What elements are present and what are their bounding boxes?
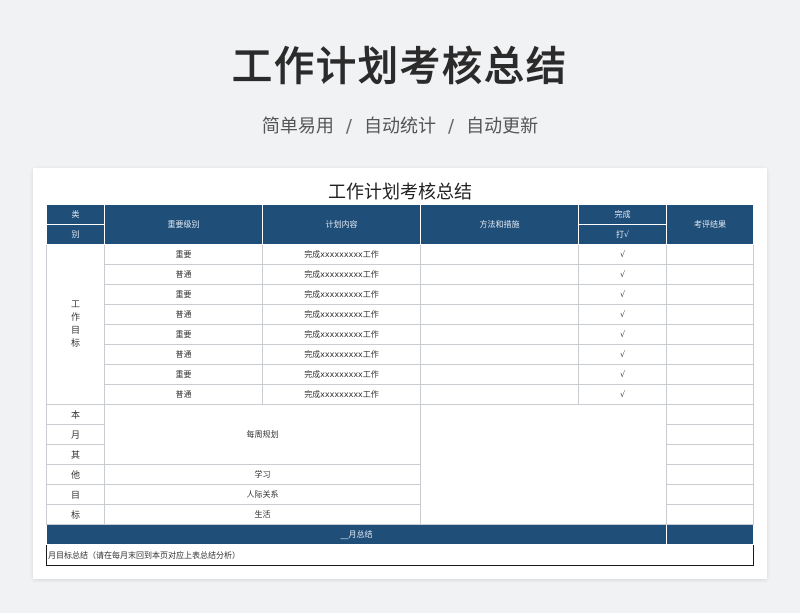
cell-importance[interactable]: 普通 <box>104 304 263 325</box>
cell-review[interactable] <box>666 504 754 525</box>
cell-importance[interactable]: 重要 <box>104 284 263 305</box>
cell-method[interactable] <box>420 264 579 285</box>
cell-done[interactable]: √ <box>578 244 667 265</box>
cell-plan[interactable]: 完成xxxxxxxxx工作 <box>262 304 421 325</box>
summary-note-row: 月目标总结（请在每月末回到本页对应上表总结分析） <box>47 545 754 566</box>
subtitle: 简单易用 / 自动统计 / 自动更新 <box>0 112 800 138</box>
table-row: 工 作 目 标 重要 完成xxxxxxxxx工作 √ <box>46 244 754 405</box>
cell-done[interactable]: √ <box>578 344 667 365</box>
cell-review[interactable] <box>666 384 754 405</box>
cell-review[interactable] <box>666 284 754 305</box>
header-method: 方法和措施 <box>420 204 579 245</box>
spreadsheet-preview: 工作计划考核总结 类 重要级别 计划内容 方法和措施 完成 考评结果 别 打√ … <box>33 168 767 579</box>
month-summary-row: __月总结 <box>46 524 754 545</box>
cell-method[interactable] <box>420 244 579 265</box>
cell-plan[interactable]: 完成xxxxxxxxx工作 <box>262 384 421 405</box>
cell-other-content[interactable] <box>420 404 667 525</box>
cell-method[interactable] <box>420 304 579 325</box>
table-row: 普通 完成xxxxxxxxx工作 √ <box>47 304 754 325</box>
cell-importance[interactable]: 重要 <box>104 324 263 345</box>
month-summary-review <box>666 524 754 545</box>
cell-done[interactable]: √ <box>578 364 667 385</box>
header-category-bottom: 别 <box>46 224 105 245</box>
cell-weekly-plan[interactable]: 每周规划 <box>104 404 421 465</box>
table-row: 普通 完成xxxxxxxxx工作 √ <box>47 384 754 405</box>
cell-method[interactable] <box>420 284 579 305</box>
table-row: 普通 完成xxxxxxxxx工作 √ <box>47 264 754 285</box>
table-row: 重要 完成xxxxxxxxx工作 √ <box>47 364 754 385</box>
header-done-top: 完成 <box>578 204 667 225</box>
cell-importance[interactable]: 重要 <box>104 364 263 385</box>
header-importance: 重要级别 <box>104 204 263 245</box>
header-category-top: 类 <box>46 204 105 225</box>
cell-plan[interactable]: 完成xxxxxxxxx工作 <box>262 344 421 365</box>
cell-review[interactable] <box>666 484 754 505</box>
cell-method[interactable] <box>420 364 579 385</box>
cell-method[interactable] <box>420 324 579 345</box>
month-summary-header: __月总结 <box>46 524 667 545</box>
other-goal-label-char: 月 <box>46 424 105 445</box>
cell-review[interactable] <box>666 244 754 265</box>
table-row: 本 每周规划 <box>46 404 754 525</box>
subtitle-item-easy: 简单易用 <box>261 116 334 137</box>
cell-plan[interactable]: 完成xxxxxxxxx工作 <box>262 324 421 345</box>
cell-life[interactable]: 生活 <box>104 504 421 525</box>
sheet-title: 工作计划考核总结 <box>328 182 472 203</box>
subtitle-item-update: 自动更新 <box>466 116 539 137</box>
cell-review[interactable] <box>666 364 754 385</box>
table-row: 普通 完成xxxxxxxxx工作 √ <box>47 344 754 365</box>
other-goal-label-char: 本 <box>46 404 105 425</box>
cell-importance[interactable]: 重要 <box>104 244 263 265</box>
other-goal-label-char: 目 <box>46 484 105 505</box>
cell-plan[interactable]: 完成xxxxxxxxx工作 <box>262 364 421 385</box>
cell-review[interactable] <box>666 424 754 445</box>
cell-method[interactable] <box>420 344 579 365</box>
cell-done[interactable]: √ <box>578 304 667 325</box>
header-done-bottom: 打√ <box>578 224 667 245</box>
cell-done[interactable]: √ <box>578 264 667 285</box>
subtitle-item-stats: 自动统计 <box>364 116 436 137</box>
cell-review[interactable] <box>666 444 754 465</box>
cell-review[interactable] <box>666 404 754 425</box>
subtitle-separator: / <box>345 116 352 137</box>
plan-table: 类 重要级别 计划内容 方法和措施 完成 考评结果 别 打√ 工 作 目 标 重… <box>46 204 754 566</box>
header-row-top: 类 重要级别 计划内容 方法和措施 完成 考评结果 <box>46 204 754 245</box>
cell-method[interactable] <box>420 384 579 405</box>
cell-importance[interactable]: 普通 <box>104 344 263 365</box>
cell-review[interactable] <box>666 324 754 345</box>
cell-review[interactable] <box>666 464 754 485</box>
other-goal-label-char: 他 <box>46 464 105 485</box>
cell-done[interactable]: √ <box>578 384 667 405</box>
cell-review[interactable] <box>666 264 754 285</box>
summary-note[interactable]: 月目标总结（请在每月末回到本页对应上表总结分析） <box>47 545 754 566</box>
cell-study[interactable]: 学习 <box>104 464 421 485</box>
cell-plan[interactable]: 完成xxxxxxxxx工作 <box>262 264 421 285</box>
cell-importance[interactable]: 普通 <box>104 264 263 285</box>
work-goal-label: 工 作 目 标 <box>46 244 105 405</box>
cell-plan[interactable]: 完成xxxxxxxxx工作 <box>262 284 421 305</box>
cell-importance[interactable]: 普通 <box>104 384 263 405</box>
header-plan: 计划内容 <box>262 204 421 245</box>
cell-review[interactable] <box>666 304 754 325</box>
table-row: 重要 完成xxxxxxxxx工作 √ <box>47 284 754 305</box>
cell-done[interactable]: √ <box>578 284 667 305</box>
cell-review[interactable] <box>666 344 754 365</box>
other-goal-label-char: 标 <box>46 504 105 525</box>
table-row: 重要 完成xxxxxxxxx工作 √ <box>47 324 754 345</box>
other-goal-label-char: 其 <box>46 444 105 465</box>
cell-done[interactable]: √ <box>578 324 667 345</box>
cell-plan[interactable]: 完成xxxxxxxxx工作 <box>262 244 421 265</box>
cell-relations[interactable]: 人际关系 <box>104 484 421 505</box>
page-title: 工作计划考核总结 <box>232 44 568 90</box>
header-review: 考评结果 <box>666 204 754 245</box>
subtitle-separator: / <box>448 116 455 137</box>
